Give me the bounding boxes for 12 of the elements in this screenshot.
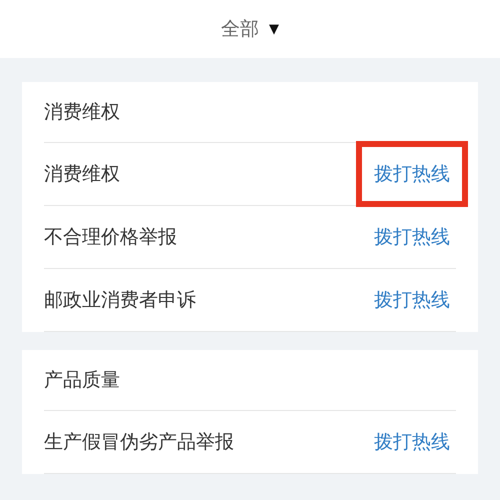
filter-label[interactable]: 全部 xyxy=(221,16,259,42)
call-hotline-link[interactable]: 拨打热线 xyxy=(356,204,468,270)
service-name: 邮政业消费者申诉 xyxy=(44,288,196,313)
service-name: 生产假冒伪劣产品举报 xyxy=(44,430,234,455)
call-hotline-link[interactable]: 拨打热线 xyxy=(356,141,468,207)
call-hotline-link[interactable]: 拨打热线 xyxy=(356,267,468,333)
section-title: 消费维权 xyxy=(44,82,456,143)
dropdown-arrow[interactable]: ▼ xyxy=(269,22,279,36)
service-name: 消费维权 xyxy=(44,162,120,187)
section-title: 产品质量 xyxy=(44,350,456,411)
call-hotline-link[interactable]: 拨打热线 xyxy=(356,409,468,475)
service-name: 不合理价格举报 xyxy=(44,225,177,250)
